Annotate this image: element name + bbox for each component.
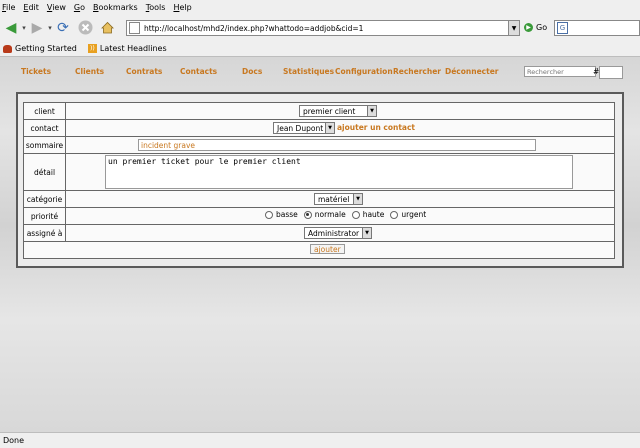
new-ticket-panel: client premier client ▼ contact Jean Dup…: [16, 92, 624, 268]
priority-radio-normale[interactable]: [303, 210, 312, 219]
priority-radio-basse[interactable]: [265, 210, 273, 219]
priority-radio-group: basse normale haute urgent: [259, 210, 426, 219]
navigation-toolbar: ◀ ▾ ▶ ▾ ⟳ ▼ ▶ Go G: [0, 14, 640, 41]
summary-input[interactable]: [138, 139, 536, 151]
contact-select-value: Jean Dupont: [277, 123, 324, 133]
priority-radio-haute[interactable]: [351, 210, 360, 219]
nav-docs[interactable]: Docs: [242, 67, 262, 76]
forward-arrow-icon[interactable]: ▶: [28, 19, 46, 37]
status-bar: Done: [0, 432, 640, 448]
menu-edit[interactable]: Edit: [21, 3, 45, 12]
bookmarks-toolbar: Getting Started )) Latest Headlines: [0, 41, 640, 57]
contact-label: contact: [24, 120, 65, 136]
assignee-select[interactable]: Administrator ▼: [304, 227, 372, 239]
summary-label: sommaire: [24, 137, 65, 153]
form-row-contact: contact Jean Dupont ▼ ajouter un contact: [24, 120, 614, 136]
category-select[interactable]: matériel ▼: [314, 193, 363, 205]
nav-contacts[interactable]: Contacts: [180, 67, 217, 76]
detail-cell: un premier ticket pour le premier client: [66, 154, 614, 190]
priority-label-haute: haute: [362, 210, 385, 219]
assignee-label: assigné à: [24, 225, 65, 241]
priority-label: priorité: [24, 208, 65, 224]
priority-label-urgent: urgent: [401, 210, 427, 219]
form-row-submit: ajouter: [24, 242, 614, 258]
bookmark-getting-started[interactable]: Getting Started: [3, 44, 77, 53]
page-icon: [129, 22, 140, 34]
nav-rechercher[interactable]: Rechercher: [393, 67, 441, 76]
form-row-summary: sommaire: [24, 137, 614, 153]
category-cell: matériel ▼: [66, 191, 614, 207]
menu-help[interactable]: Help: [171, 3, 197, 12]
rss-icon: )): [87, 44, 97, 53]
app-search-input[interactable]: [524, 66, 596, 77]
nav-statistiques[interactable]: Statistiques: [283, 67, 334, 76]
forward-dropdown-icon[interactable]: ▾: [46, 24, 54, 32]
assignee-cell: Administrator ▼: [66, 225, 614, 241]
priority-label-normale: normale: [314, 210, 346, 219]
go-icon: ▶: [524, 22, 533, 32]
ticket-number-input[interactable]: [599, 66, 623, 79]
client-select-value: premier client: [303, 106, 356, 116]
add-ticket-button[interactable]: ajouter: [310, 244, 345, 254]
menu-tools[interactable]: Tools: [144, 3, 172, 12]
bookmark-latest-headlines[interactable]: )) Latest Headlines: [87, 44, 167, 53]
bookmark-label: Getting Started: [15, 44, 77, 53]
browser-search-box[interactable]: G: [554, 20, 640, 36]
menu-go[interactable]: Go: [72, 3, 91, 12]
priority-cell: basse normale haute urgent: [66, 208, 614, 224]
client-label: client: [24, 103, 65, 119]
category-label: catégorie: [24, 191, 65, 207]
contact-cell: Jean Dupont ▼ ajouter un contact: [66, 120, 614, 136]
url-dropdown-icon[interactable]: ▼: [508, 21, 519, 35]
stop-icon[interactable]: [76, 19, 94, 37]
status-text: Done: [3, 436, 25, 445]
detail-label: détail: [24, 154, 65, 190]
nav-contrats[interactable]: Contrats: [126, 67, 162, 76]
summary-cell: [66, 137, 614, 153]
bookmark-label: Latest Headlines: [99, 44, 167, 53]
chevron-down-icon: ▼: [325, 123, 334, 133]
menu-file[interactable]: File: [0, 3, 21, 12]
nav-tickets[interactable]: Tickets: [21, 67, 51, 76]
priority-label-basse: basse: [276, 210, 298, 219]
bookmark-icon: [3, 44, 12, 53]
reload-icon[interactable]: ⟳: [54, 19, 72, 37]
nav-clients[interactable]: Clients: [75, 67, 104, 76]
submit-cell: ajouter: [24, 242, 614, 258]
search-engine-icon[interactable]: G: [557, 22, 568, 34]
chevron-down-icon: ▼: [362, 228, 371, 238]
nav-configuration[interactable]: Configuration: [335, 67, 393, 76]
category-select-value: matériel: [318, 194, 350, 204]
form-row-assignee: assigné à Administrator ▼: [24, 225, 614, 241]
contact-select[interactable]: Jean Dupont ▼: [273, 122, 335, 134]
go-button[interactable]: ▶ Go: [524, 20, 547, 34]
form-row-priority: priorité basse normale haute urgent: [24, 208, 614, 224]
form-row-client: client premier client ▼: [24, 103, 614, 119]
menu-bar: File Edit View Go Bookmarks Tools Help: [0, 0, 640, 14]
back-dropdown-icon[interactable]: ▾: [20, 24, 28, 32]
add-contact-link[interactable]: ajouter un contact: [337, 123, 415, 132]
chevron-down-icon: ▼: [367, 106, 376, 116]
assignee-select-value: Administrator: [308, 228, 360, 238]
menu-view[interactable]: View: [45, 3, 72, 12]
home-icon[interactable]: [98, 19, 116, 37]
nav-deconnecter[interactable]: Déconnecter: [445, 67, 499, 76]
form-row-category: catégorie matériel ▼: [24, 191, 614, 207]
address-bar: ▼: [126, 20, 520, 36]
page-content: Tickets Clients Contrats Contacts Docs S…: [0, 57, 640, 432]
detail-textarea[interactable]: un premier ticket pour le premier client: [105, 155, 573, 189]
client-cell: premier client ▼: [66, 103, 614, 119]
priority-radio-urgent[interactable]: [390, 210, 399, 219]
form-row-detail: détail un premier ticket pour le premier…: [24, 154, 614, 190]
new-ticket-form: client premier client ▼ contact Jean Dup…: [23, 102, 615, 259]
chevron-down-icon: ▼: [353, 194, 362, 204]
back-arrow-icon[interactable]: ◀: [2, 19, 20, 37]
url-input[interactable]: [144, 23, 504, 33]
menu-bookmarks[interactable]: Bookmarks: [91, 3, 144, 12]
app-navigation: Tickets Clients Contrats Contacts Docs S…: [0, 65, 640, 79]
go-label: Go: [536, 22, 548, 32]
client-select[interactable]: premier client ▼: [299, 105, 377, 117]
